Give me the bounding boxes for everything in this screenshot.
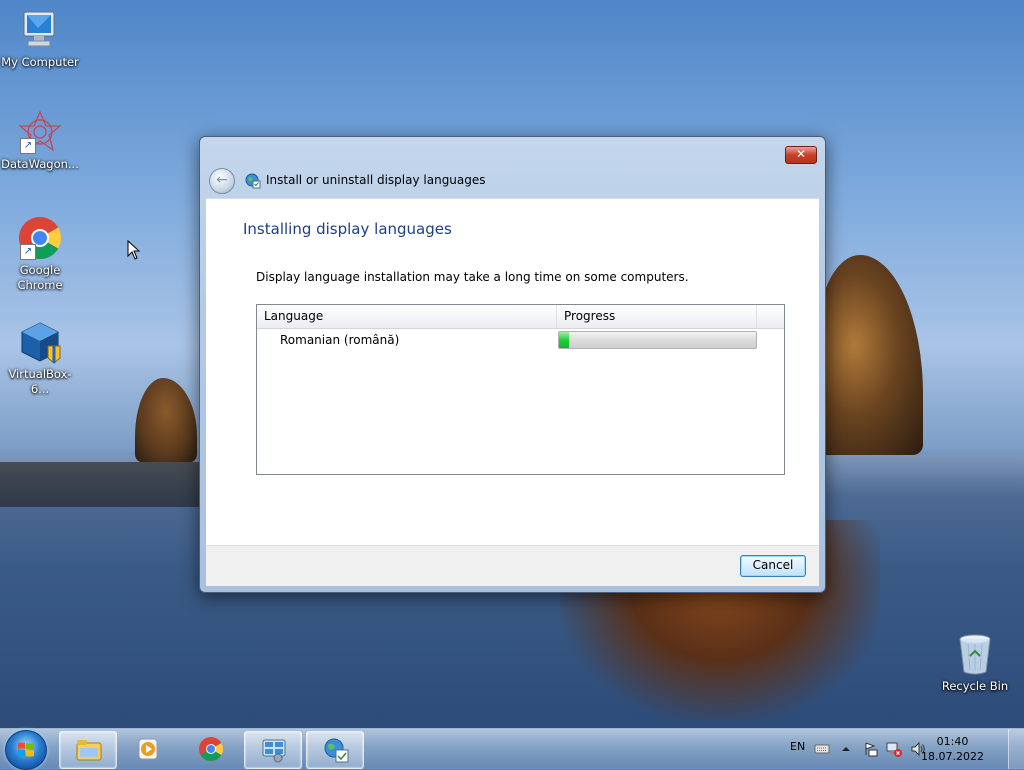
chrome-icon: ↗ [18, 216, 62, 260]
mouse-cursor-icon [127, 239, 141, 263]
desktop-icon-label: Google Chrome [17, 263, 63, 292]
desktop-icon-label: My Computer [1, 55, 79, 69]
desktop-icon-label: DataWagon... [1, 157, 79, 171]
list-header: Language Progress [257, 305, 784, 329]
column-header-language[interactable]: Language [257, 305, 557, 328]
language-list[interactable]: Language Progress Romanian (română) [256, 304, 785, 475]
recycle-bin-icon [953, 632, 997, 676]
taskbar: EN 01:40 18.07.2022 [0, 728, 1024, 770]
desktop-icon-datawagon[interactable]: ↗ DataWagon... [0, 110, 80, 172]
desktop-icon-label: VirtualBox-6... [8, 367, 72, 396]
wallpaper-shore [0, 462, 200, 507]
shortcut-arrow-icon: ↗ [20, 138, 36, 154]
globe-icon [245, 173, 261, 189]
taskbar-control-panel[interactable] [244, 731, 302, 769]
desktop-icon-label: Recycle Bin [941, 679, 1009, 693]
datawagon-icon: ↗ [18, 110, 62, 154]
dialog-title: Install or uninstall display languages [266, 173, 486, 187]
taskbar-chrome[interactable] [182, 731, 238, 767]
desktop-icon-recycle-bin[interactable]: Recycle Bin [935, 632, 1015, 694]
clock-time: 01:40 [936, 735, 969, 748]
keyboard-icon[interactable] [814, 741, 830, 757]
start-button[interactable] [5, 730, 47, 770]
desktop-icon-virtualbox[interactable]: VirtualBox-6... [0, 320, 80, 397]
control-panel-icon [262, 739, 286, 763]
media-player-icon [138, 738, 158, 760]
action-center-icon[interactable] [862, 741, 878, 757]
clock-date: 18.07.2022 [921, 750, 984, 763]
desktop-icon-google-chrome[interactable]: ↗ Google Chrome [0, 216, 80, 293]
taskbar-explorer[interactable] [59, 731, 117, 769]
cancel-button[interactable]: Cancel [740, 555, 806, 577]
input-language-indicator[interactable]: EN [790, 740, 805, 753]
close-button[interactable]: ✕ [785, 146, 817, 164]
wallpaper-rock-right [818, 255, 923, 455]
language-name: Romanian (română) [280, 333, 400, 347]
network-disconnected-icon[interactable] [886, 741, 902, 757]
virtualbox-icon [18, 320, 62, 364]
system-clock[interactable]: 01:40 18.07.2022 [921, 734, 984, 764]
language-install-dialog: ✕ ← Install or uninstall display languag… [199, 136, 826, 593]
show-hidden-icons-icon[interactable] [838, 741, 854, 757]
column-header-progress[interactable]: Progress [557, 305, 757, 328]
shortcut-arrow-icon: ↗ [20, 244, 36, 260]
taskbar-media-player[interactable] [119, 731, 175, 767]
computer-icon [18, 8, 62, 52]
back-button[interactable]: ← [209, 168, 235, 194]
taskbar-language-installer[interactable] [306, 731, 364, 769]
folder-icon [76, 740, 102, 761]
windows-logo-icon [18, 742, 34, 757]
chrome-icon [199, 737, 224, 762]
page-description: Display language installation may take a… [256, 270, 689, 284]
page-heading: Installing display languages [243, 220, 452, 238]
wallpaper-rock-left [135, 378, 197, 462]
dialog-content: Installing display languages Display lan… [206, 198, 819, 546]
progress-bar [558, 331, 757, 349]
language-installer-icon [324, 738, 349, 763]
show-desktop-button[interactable] [1008, 729, 1024, 769]
desktop-icon-my-computer[interactable]: My Computer [0, 8, 80, 70]
dialog-footer: Cancel [206, 545, 819, 586]
progress-bar-fill [559, 332, 569, 348]
